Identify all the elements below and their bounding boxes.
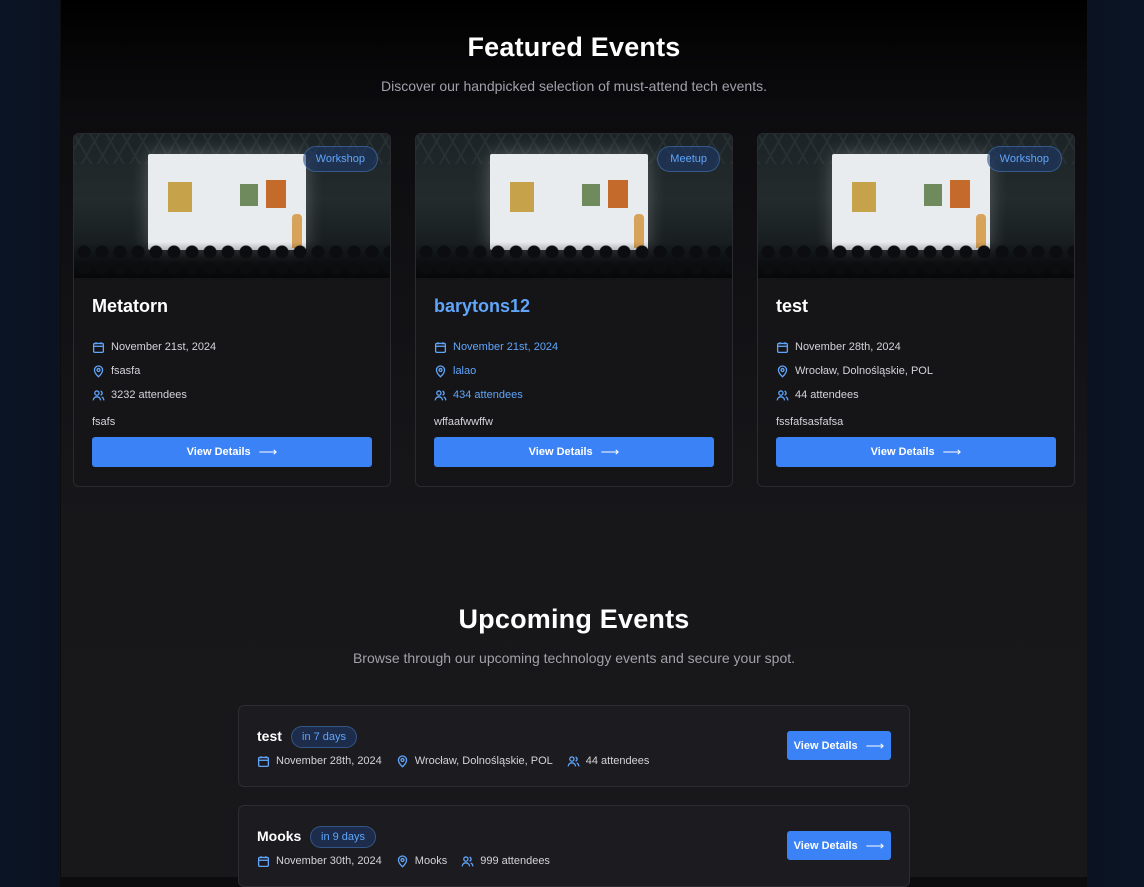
event-image: Workshop xyxy=(758,134,1074,278)
calendar-icon xyxy=(257,755,270,767)
event-location-text: Wrocław, Dolnośląskie, POL xyxy=(414,755,553,767)
event-location-text: Mooks xyxy=(414,855,448,867)
view-details-label: View Details xyxy=(870,446,935,458)
event-location-text: Wrocław, Dolnośląskie, POL xyxy=(795,365,933,377)
map-pin-icon xyxy=(397,854,408,868)
event-location: Wrocław, Dolnośląskie, POL xyxy=(776,359,1056,383)
event-date: November 21st, 2024 xyxy=(434,335,714,359)
users-icon xyxy=(567,755,580,766)
view-details-button[interactable]: View Details ⟶ xyxy=(787,831,891,860)
view-details-button[interactable]: View Details ⟶ xyxy=(434,437,714,467)
event-image: Meetup xyxy=(416,134,732,278)
arrow-right-icon: ⟶ xyxy=(942,444,962,459)
event-attendees: 44 attendees xyxy=(776,383,1056,407)
event-type-badge: Workshop xyxy=(986,146,1062,172)
countdown-badge: in 7 days xyxy=(291,726,358,748)
calendar-icon xyxy=(776,341,789,353)
event-type-badge: Workshop xyxy=(302,146,378,172)
page: Featured Events Discover our handpicked … xyxy=(61,0,1087,887)
arrow-right-icon: ⟶ xyxy=(865,837,885,853)
event-description: fssfafsasfafsa xyxy=(776,416,844,428)
arrow-right-icon: ⟶ xyxy=(865,737,885,753)
event-attendees-text: 44 attendees xyxy=(795,389,859,401)
view-details-button[interactable]: View Details ⟶ xyxy=(787,731,891,760)
event-type-badge: Meetup xyxy=(657,146,720,172)
featured-title: Featured Events xyxy=(467,32,681,62)
view-details-label: View Details xyxy=(793,839,858,852)
event-attendees-text: 3232 attendees xyxy=(111,389,187,401)
countdown-badge: in 9 days xyxy=(310,826,377,848)
event-card[interactable]: Workshop test November 28th, 2024 Wrocła… xyxy=(757,133,1075,487)
event-attendees: 44 attendees xyxy=(567,750,650,772)
map-pin-icon xyxy=(93,364,104,378)
upcoming-event-meta: November 30th, 2024 Mooks 999 attendees xyxy=(257,850,550,872)
event-attendees: 434 attendees xyxy=(434,383,714,407)
event-date: November 28th, 2024 xyxy=(776,335,1056,359)
event-date-text: November 21st, 2024 xyxy=(111,341,217,353)
map-pin-icon xyxy=(435,364,446,378)
upcoming-event-row[interactable]: test in 7 days November 28th, 2024 Wrocł… xyxy=(238,705,910,787)
event-attendees-text: 434 attendees xyxy=(453,389,523,401)
event-attendees: 3232 attendees xyxy=(92,383,372,407)
event-image: Workshop xyxy=(74,134,390,278)
event-date-text: November 21st, 2024 xyxy=(453,341,559,353)
event-location-text: lalao xyxy=(453,365,477,377)
event-location-text: fsasfa xyxy=(111,365,141,377)
users-icon xyxy=(461,855,474,866)
calendar-icon xyxy=(434,341,447,353)
event-location: Wrocław, Dolnośląskie, POL xyxy=(396,750,553,772)
upcoming-event-title[interactable]: test xyxy=(257,728,282,744)
event-date: November 30th, 2024 xyxy=(257,850,382,872)
upcoming-subtitle: Browse through our upcoming technology e… xyxy=(352,650,796,666)
event-location: Mooks xyxy=(396,850,447,872)
map-pin-icon xyxy=(777,364,788,378)
users-icon xyxy=(92,389,105,400)
event-date-text: November 28th, 2024 xyxy=(795,341,901,353)
event-card[interactable]: Meetup barytons12 November 21st, 2024 la… xyxy=(415,133,733,487)
event-location: lalao xyxy=(434,359,714,383)
event-attendees-text: 44 attendees xyxy=(585,755,650,767)
event-date: November 28th, 2024 xyxy=(257,750,382,772)
view-details-label: View Details xyxy=(186,446,251,458)
event-description: wffaafwwffw xyxy=(434,416,493,428)
event-card[interactable]: Workshop Metatorn November 21st, 2024 fs… xyxy=(73,133,391,487)
upcoming-event-meta: November 28th, 2024 Wrocław, Dolnośląski… xyxy=(257,750,649,772)
users-icon xyxy=(434,389,447,400)
view-details-label: View Details xyxy=(528,446,593,458)
arrow-right-icon: ⟶ xyxy=(258,444,278,459)
arrow-right-icon: ⟶ xyxy=(600,444,620,459)
users-icon xyxy=(776,389,789,400)
event-description: fsafs xyxy=(92,416,116,428)
calendar-icon xyxy=(257,855,270,867)
event-attendees: 999 attendees xyxy=(461,850,550,872)
upcoming-event-title[interactable]: Mooks xyxy=(257,828,301,844)
view-details-button[interactable]: View Details ⟶ xyxy=(92,437,372,467)
view-details-label: View Details xyxy=(793,739,858,752)
map-pin-icon xyxy=(397,754,408,768)
view-details-button[interactable]: View Details ⟶ xyxy=(776,437,1056,467)
event-date-text: November 28th, 2024 xyxy=(276,755,382,767)
event-date-text: November 30th, 2024 xyxy=(276,855,382,867)
event-title[interactable]: test xyxy=(776,296,1056,317)
calendar-icon xyxy=(92,341,105,353)
event-location: fsasfa xyxy=(92,359,372,383)
event-title[interactable]: barytons12 xyxy=(434,296,714,317)
upcoming-event-row[interactable]: Mooks in 9 days November 30th, 2024 Mook… xyxy=(238,805,910,887)
event-title[interactable]: Metatorn xyxy=(92,296,372,317)
event-attendees-text: 999 attendees xyxy=(480,855,550,867)
featured-subtitle: Discover our handpicked selection of mus… xyxy=(381,78,767,94)
event-date: November 21st, 2024 xyxy=(92,335,372,359)
upcoming-title: Upcoming Events xyxy=(458,604,690,634)
